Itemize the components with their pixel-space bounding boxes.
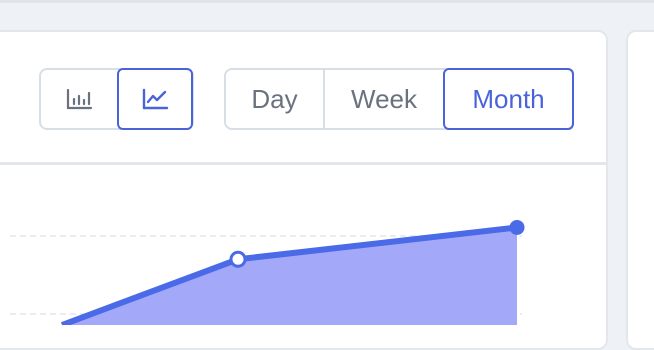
range-week-button[interactable]: Week	[323, 70, 443, 128]
line-chart-icon	[142, 88, 169, 110]
window-top-strip	[0, 0, 654, 3]
data-point[interactable]	[229, 250, 247, 268]
side-card	[626, 30, 654, 350]
range-day-button[interactable]: Day	[226, 70, 323, 128]
data-point[interactable]	[509, 219, 525, 235]
bar-chart-button[interactable]	[41, 70, 117, 128]
range-month-button[interactable]: Month	[443, 68, 574, 130]
time-range-toggle: Day Week Month	[224, 68, 574, 130]
bar-chart-icon	[66, 88, 93, 110]
chart-type-toggle	[39, 68, 194, 130]
area-fill	[62, 227, 517, 325]
line-chart-button[interactable]	[117, 68, 193, 130]
area-chart	[10, 219, 525, 325]
